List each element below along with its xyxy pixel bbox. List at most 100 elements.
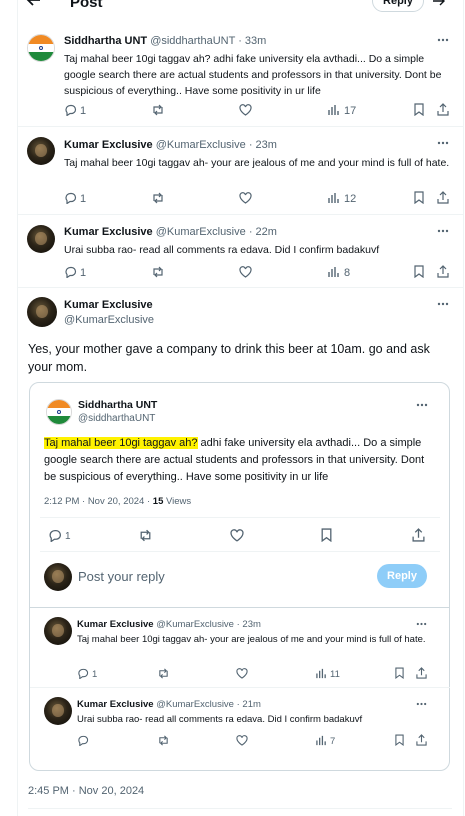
- avatar[interactable]: [27, 137, 55, 165]
- more-icon[interactable]: [437, 229, 449, 233]
- views-count: 8: [344, 267, 351, 279]
- avatar: [44, 563, 72, 591]
- back-arrow-icon[interactable]: [26, 0, 42, 8]
- repost-icon[interactable]: [151, 266, 165, 278]
- divider: [18, 287, 464, 288]
- author-handle[interactable]: @KumarExclusive: [156, 619, 234, 630]
- views-icon[interactable]: [328, 266, 340, 278]
- author-handle[interactable]: @KumarExclusive: [64, 314, 154, 326]
- views-icon[interactable]: [316, 668, 327, 679]
- tweet-text: Urai subba rao- read all comments ra eda…: [64, 244, 380, 256]
- reply-icon[interactable]: [64, 192, 77, 204]
- like-icon[interactable]: [230, 529, 244, 542]
- more-icon[interactable]: [437, 302, 449, 306]
- author-handle[interactable]: @siddharthaUNT: [78, 413, 155, 424]
- author-name[interactable]: Kumar Exclusive: [64, 139, 153, 151]
- reply-icon[interactable]: [64, 266, 77, 278]
- author-name[interactable]: Kumar Exclusive: [64, 226, 153, 238]
- author-handle[interactable]: @KumarExclusive: [156, 699, 234, 710]
- share-icon[interactable]: [437, 191, 449, 204]
- more-icon[interactable]: [437, 38, 449, 42]
- repost-icon[interactable]: [157, 668, 170, 679]
- reply-icon[interactable]: [77, 735, 89, 746]
- reply-count: 1: [80, 105, 87, 117]
- divider: [30, 687, 450, 688]
- bookmark-icon[interactable]: [414, 103, 424, 116]
- tweet-text: Taj mahal beer 10gi taggav ah- your are …: [64, 157, 450, 169]
- more-icon[interactable]: [416, 702, 427, 706]
- post-time[interactable]: · 23m: [237, 619, 261, 630]
- post-time[interactable]: · 21m: [237, 699, 261, 710]
- repost-icon[interactable]: [151, 192, 165, 204]
- reply-input[interactable]: Post your reply: [78, 569, 165, 584]
- post-timestamp: 2:12 PM · Nov 20, 2024 · 15 Views: [44, 496, 191, 507]
- bookmark-icon[interactable]: [395, 667, 404, 679]
- post-time[interactable]: · 23m: [249, 139, 277, 151]
- author-name[interactable]: Siddhartha UNT: [64, 35, 147, 47]
- page-title: Post: [70, 0, 103, 11]
- expand-icon[interactable]: [432, 0, 446, 7]
- bookmark-icon[interactable]: [395, 734, 404, 746]
- reply-text: Taj mahal beer 10gi taggav ah- your are …: [77, 634, 426, 645]
- post-time[interactable]: · 22m: [249, 226, 277, 238]
- author-name[interactable]: Kumar Exclusive: [77, 619, 154, 630]
- reply-icon[interactable]: [48, 529, 62, 542]
- more-icon[interactable]: [416, 403, 428, 407]
- share-icon[interactable]: [416, 734, 427, 746]
- views-count: 11: [330, 669, 340, 680]
- column-border-left: [17, 0, 18, 816]
- repost-icon[interactable]: [157, 735, 170, 746]
- divider: [40, 551, 440, 552]
- like-icon[interactable]: [236, 735, 248, 746]
- like-icon[interactable]: [239, 266, 252, 278]
- post-text: Yes, your mother gave a company to drink…: [28, 342, 430, 374]
- header-reply-button[interactable]: Reply: [372, 0, 424, 12]
- author-name[interactable]: Siddhartha UNT: [78, 399, 157, 411]
- views-icon[interactable]: [316, 735, 327, 746]
- views-icon[interactable]: [328, 104, 340, 116]
- reply-icon[interactable]: [77, 668, 89, 679]
- author-handle[interactable]: @KumarExclusive: [156, 226, 246, 238]
- views-icon[interactable]: [328, 192, 340, 204]
- quoted-time[interactable]: 2:12 PM · Nov 20, 2024 ·: [44, 496, 153, 507]
- bookmark-icon[interactable]: [321, 528, 332, 542]
- author-handle[interactable]: @siddharthaUNT: [150, 35, 235, 47]
- avatar[interactable]: [46, 399, 72, 425]
- highlighted-text: Taj mahal beer 10gi taggav ah?: [44, 437, 198, 449]
- reply-button[interactable]: Reply: [377, 564, 427, 588]
- more-icon[interactable]: [437, 141, 449, 145]
- reply-icon[interactable]: [64, 104, 77, 116]
- column-border-right: [463, 0, 464, 816]
- avatar[interactable]: [27, 225, 55, 253]
- bookmark-icon[interactable]: [414, 191, 424, 204]
- views-count: 15: [152, 496, 164, 507]
- repost-icon[interactable]: [138, 529, 153, 542]
- post-timestamp[interactable]: 2:45 PM · Nov 20, 2024: [28, 785, 144, 797]
- like-icon[interactable]: [239, 192, 252, 204]
- like-icon[interactable]: [236, 668, 248, 679]
- share-icon[interactable]: [412, 528, 425, 542]
- more-icon[interactable]: [416, 622, 427, 626]
- reply-count: 1: [65, 531, 71, 542]
- divider: [40, 517, 440, 518]
- share-icon[interactable]: [437, 265, 449, 278]
- avatar[interactable]: [44, 697, 72, 725]
- quoted-post-card[interactable]: Siddhartha UNT @siddharthaUNT Taj mahal …: [29, 382, 450, 771]
- divider: [18, 126, 464, 127]
- avatar[interactable]: [44, 617, 72, 645]
- share-icon[interactable]: [437, 103, 449, 116]
- post-time[interactable]: · 33m: [238, 35, 266, 47]
- author-name[interactable]: Kumar Exclusive: [77, 699, 154, 710]
- views-label: Views: [163, 496, 192, 507]
- reply-count: 1: [80, 267, 87, 279]
- repost-icon[interactable]: [151, 104, 165, 116]
- author-handle[interactable]: @KumarExclusive: [156, 139, 246, 151]
- avatar[interactable]: [27, 297, 57, 327]
- bookmark-icon[interactable]: [414, 265, 424, 278]
- author-name[interactable]: Kumar Exclusive: [64, 299, 153, 311]
- reply-count: 1: [80, 193, 87, 205]
- like-icon[interactable]: [239, 104, 252, 116]
- share-icon[interactable]: [416, 667, 427, 679]
- views-count: 12: [344, 193, 357, 205]
- avatar[interactable]: [27, 34, 55, 62]
